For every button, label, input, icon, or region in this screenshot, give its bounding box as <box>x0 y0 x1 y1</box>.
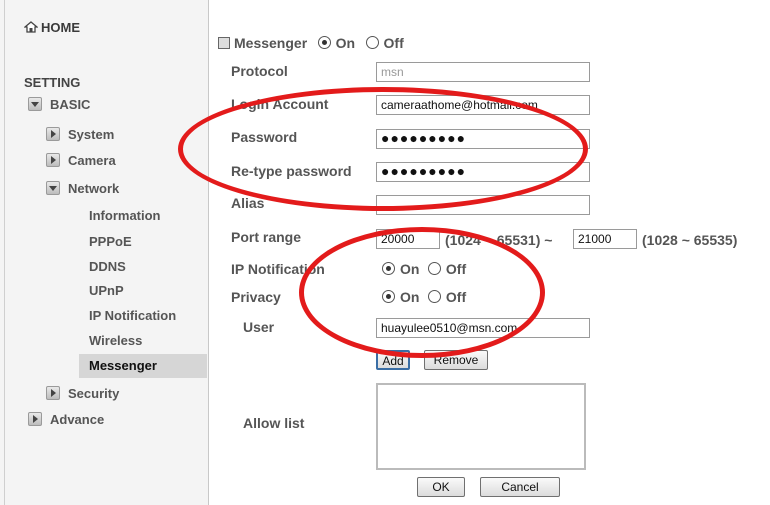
privacy-label: Privacy <box>231 289 281 305</box>
messenger-on-radio[interactable] <box>317 36 331 49</box>
nav-advance[interactable]: Advance <box>28 412 104 427</box>
messenger-on-label: On <box>335 35 356 51</box>
nav-messenger-active[interactable]: Messenger <box>79 354 207 378</box>
nav-pppoe[interactable]: PPPoE <box>89 234 132 249</box>
nav-wireless[interactable]: Wireless <box>89 333 142 348</box>
nav-network-label: Network <box>68 181 120 196</box>
nav-security-label: Security <box>68 386 120 401</box>
port-to-field[interactable]: 21000 <box>573 229 637 249</box>
messenger-off-radio[interactable] <box>365 36 379 49</box>
nav-security[interactable]: Security <box>46 386 119 401</box>
chevron-right-icon <box>46 386 60 400</box>
allow-list-label: Allow list <box>243 415 305 431</box>
nav-basic[interactable]: BASIC <box>28 97 90 112</box>
nav-network[interactable]: Network <box>46 181 119 196</box>
messenger-title: Messenger <box>234 35 308 51</box>
home-icon <box>24 21 38 33</box>
chevron-right-icon <box>46 127 60 141</box>
section-square-icon <box>218 37 230 49</box>
messenger-off-label: Off <box>383 35 404 51</box>
cancel-button[interactable]: Cancel <box>480 477 560 497</box>
chevron-right-icon <box>46 153 60 167</box>
port-to-range-text: (1028 ~ 65535) <box>642 232 738 248</box>
chevron-down-icon <box>28 97 42 111</box>
sidebar-nav: HOME SETTING BASIC System Camera Network… <box>0 0 209 505</box>
chevron-down-icon <box>46 181 60 195</box>
nav-system-label: System <box>68 127 115 142</box>
nav-advance-label: Advance <box>50 412 105 427</box>
protocol-field[interactable]: msn <box>376 62 590 82</box>
nav-home-link[interactable]: HOME <box>24 20 80 35</box>
ok-button[interactable]: OK <box>417 477 465 497</box>
nav-system[interactable]: System <box>46 127 114 142</box>
nav-upnp[interactable]: UPnP <box>89 283 124 298</box>
nav-ddns[interactable]: DDNS <box>89 259 126 274</box>
nav-basic-label: BASIC <box>50 97 91 112</box>
nav-camera-label: Camera <box>68 153 116 168</box>
highlight-oval-notifications <box>299 227 545 358</box>
nav-messenger-label: Messenger <box>89 358 157 373</box>
highlight-oval-passwords <box>178 87 588 211</box>
nav-ip-notification[interactable]: IP Notification <box>89 308 176 323</box>
nav-setting-heading: SETTING <box>24 75 81 90</box>
nav-home-label: HOME <box>41 20 80 35</box>
sidebar-divider <box>4 0 5 505</box>
user-label: User <box>243 319 275 335</box>
nav-camera[interactable]: Camera <box>46 153 116 168</box>
allow-list-box[interactable] <box>376 383 586 470</box>
chevron-right-icon <box>28 412 42 426</box>
messenger-toggle-row: Messenger On Off <box>218 35 404 53</box>
nav-information[interactable]: Information <box>89 208 161 223</box>
port-range-label: Port range <box>231 229 302 245</box>
protocol-label: Protocol <box>231 63 288 79</box>
